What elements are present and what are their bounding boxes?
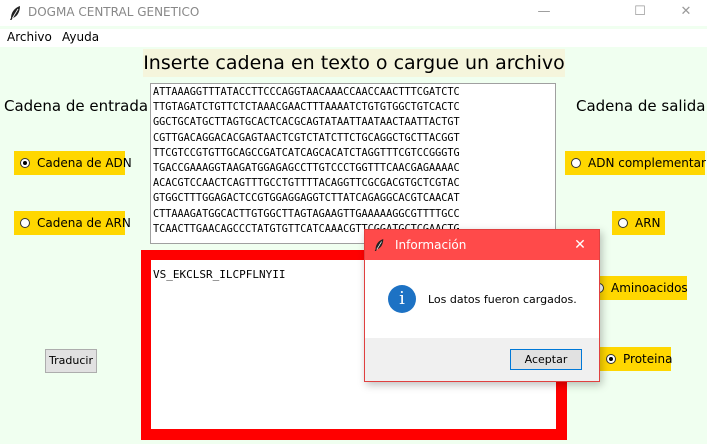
radio-label: Cadena de ADN	[37, 156, 132, 170]
radio-label: ARN	[635, 216, 661, 230]
dialog-message: Los datos fueron cargados.	[428, 293, 577, 306]
input-chain-label: Cadena de entrada	[4, 97, 149, 115]
dialog-ok-button[interactable]: Aceptar	[510, 349, 582, 370]
radio-cadena-arn[interactable]: Cadena de ARN	[14, 211, 131, 235]
radio-cadena-adn[interactable]: Cadena de ADN	[14, 151, 132, 175]
menu-ayuda[interactable]: Ayuda	[62, 30, 99, 44]
radio-unselected-icon	[20, 218, 30, 228]
minimize-button[interactable]: —	[521, 0, 567, 26]
radio-unselected-icon	[618, 218, 628, 228]
radio-aminoacidos[interactable]: Aminoacidos	[588, 276, 688, 300]
radio-selected-icon	[606, 354, 616, 364]
radio-arn[interactable]: ARN	[612, 211, 665, 235]
menu-bar: Archivo Ayuda	[0, 29, 707, 47]
info-icon: i	[388, 285, 416, 313]
radio-selected-icon	[20, 158, 30, 168]
output-chain-label: Cadena de salida	[576, 97, 706, 115]
radio-label: ADN complementario	[588, 156, 707, 170]
radio-label: Proteina	[623, 352, 673, 366]
dialog-footer: Aceptar	[365, 338, 599, 381]
radio-unselected-icon	[571, 158, 581, 168]
dialog-title: Información	[395, 238, 467, 252]
window-title: DOGMA CENTRAL GENETICO	[28, 5, 200, 19]
dialog-close-button[interactable]: ✕	[570, 235, 590, 255]
title-bar: DOGMA CENTRAL GENETICO — ☐ ✕	[0, 0, 707, 26]
close-button[interactable]: ✕	[663, 0, 707, 26]
radio-proteina[interactable]: Proteina	[600, 347, 673, 371]
feather-icon	[10, 6, 20, 20]
radio-label: Cadena de ARN	[37, 216, 131, 230]
maximize-button[interactable]: ☐	[617, 0, 663, 26]
menu-archivo[interactable]: Archivo	[7, 30, 52, 44]
info-dialog: Información ✕ i Los datos fueron cargado…	[364, 229, 600, 382]
radio-label: Aminoacidos	[611, 281, 688, 295]
translate-button[interactable]: Traducir	[45, 349, 97, 373]
input-chain-textarea[interactable]: ATTAAAGGTTTATACCTTCCCAGGTAACAAACCAACCAAC…	[150, 83, 556, 244]
feather-icon	[374, 239, 384, 251]
radio-adn-complementario[interactable]: ADN complementario	[565, 151, 707, 175]
dialog-title-bar: Información ✕	[365, 230, 599, 260]
page-heading: Inserte cadena en texto o cargue un arch…	[143, 49, 565, 77]
